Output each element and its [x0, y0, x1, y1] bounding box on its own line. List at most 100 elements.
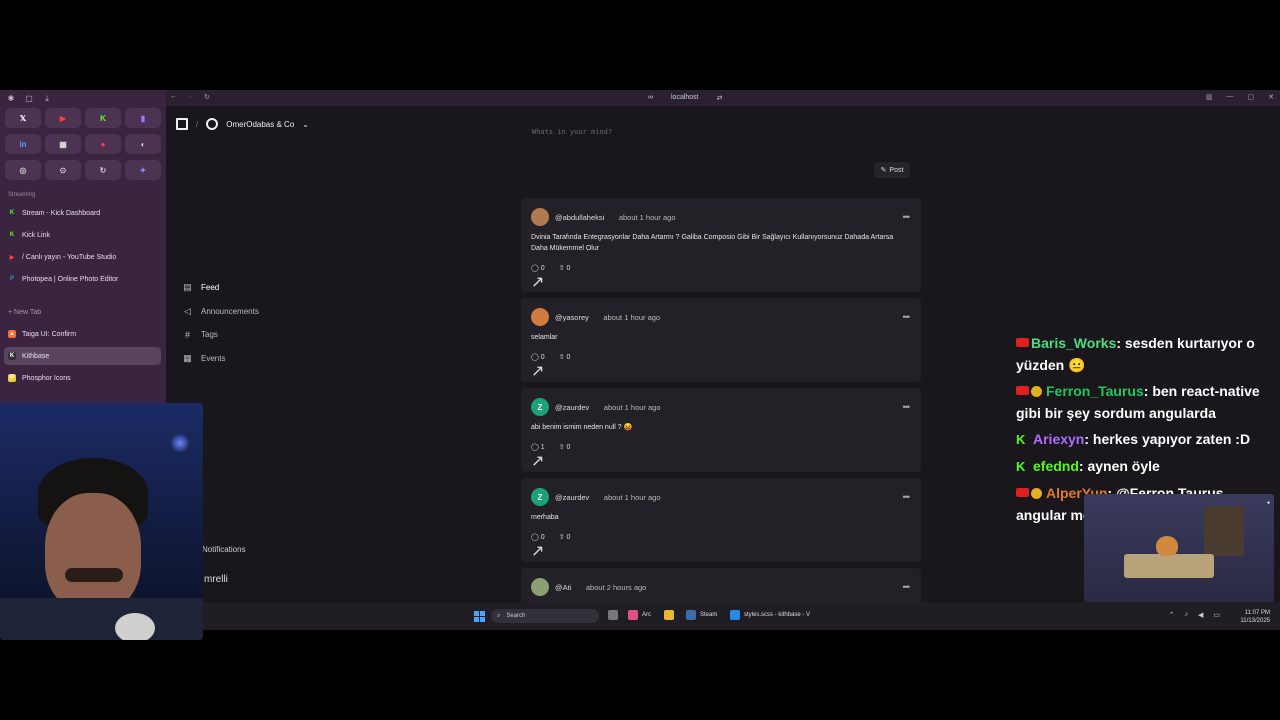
vote-count: 0 — [566, 354, 571, 361]
maximize-icon[interactable]: ▢ — [1248, 93, 1255, 101]
favorite-red-app[interactable]: ● — [85, 134, 121, 154]
arc-menu-icon[interactable]: ✱ — [6, 94, 16, 104]
nav-notifications[interactable]: Notifications — [202, 545, 246, 554]
arc-tab[interactable]: K Kithbase — [4, 347, 161, 365]
network-icon[interactable]: ▭ — [1213, 611, 1220, 619]
post-username[interactable]: @zaurdev — [555, 493, 589, 502]
avatar[interactable] — [531, 578, 549, 596]
forward-icon[interactable]: → — [187, 93, 194, 101]
more-options-icon[interactable]: ••• — [903, 582, 911, 592]
nav-label: Announcements — [201, 306, 259, 316]
nav-feed[interactable]: ▤ Feed — [182, 276, 259, 300]
favorite-mask[interactable]: ◐ — [125, 134, 161, 154]
url-bar[interactable]: ∞ localhost ⇄ — [648, 94, 723, 102]
favorite-x[interactable]: 𝕏 — [5, 108, 41, 128]
new-tab-button[interactable]: + New Tab — [8, 309, 41, 316]
share-icon[interactable]: ↗ — [531, 274, 544, 291]
post-time: about 2 hours ago — [585, 582, 647, 592]
comment-button[interactable]: ◯ 0 — [531, 353, 545, 361]
arc-tab[interactable]: P Phosphor Icons — [4, 369, 161, 387]
upvote-button[interactable]: ⇧ 0 — [559, 353, 571, 361]
favorite-spark[interactable]: ✦ — [125, 160, 161, 180]
download-icon[interactable]: ⤓ — [42, 94, 52, 104]
favorite-youtube[interactable]: ▶ — [45, 108, 81, 128]
nav-user[interactable]: mrelli — [204, 574, 228, 585]
comment-button[interactable]: ◯ 0 — [531, 533, 545, 541]
windows-start-icon[interactable] — [474, 611, 485, 622]
avatar[interactable]: Z — [531, 398, 549, 416]
arc-tab-label: Phosphor Icons — [22, 374, 71, 382]
more-options-icon[interactable]: ••• — [903, 212, 911, 222]
mic-icon[interactable]: ♪ — [1184, 611, 1188, 619]
taskbar-app-vscode[interactable]: styles.scss - kithbase - V — [730, 610, 810, 620]
nav-events[interactable]: ▦ Events — [182, 347, 259, 371]
more-options-icon[interactable]: ••• — [903, 312, 911, 322]
post-username[interactable]: @yasorey — [555, 313, 589, 322]
arc-tab-streaming[interactable]: P Photopea | Online Photo Editor — [4, 270, 161, 288]
app-logo[interactable] — [176, 118, 188, 130]
chevron-up-icon[interactable]: ⌃ — [1169, 611, 1175, 619]
left-nav: ▤ Feed ◁ Announcements # Tags ▦ Events — [182, 276, 259, 370]
org-switcher[interactable]: / OmerOdabas & Co ⌄ — [176, 118, 309, 130]
comment-button[interactable]: ◯ 1 — [531, 443, 545, 451]
post-actions: ◯ 0 ⇧ 0 — [531, 353, 911, 361]
upvote-button[interactable]: ⇧ 0 — [559, 443, 571, 451]
post-card: Z @zaurdev · about 1 hour ago ••• abi benim i… — [521, 388, 921, 472]
favorite-linkedin[interactable]: in — [5, 134, 41, 154]
share-icon[interactable]: ↗ — [531, 543, 544, 560]
circle-icon: ⊙ — [59, 165, 67, 175]
nav-tags[interactable]: # Tags — [182, 323, 259, 347]
taskbar-app-explorer[interactable] — [664, 610, 674, 620]
favorite-sync[interactable]: ↻ — [85, 160, 121, 180]
avatar[interactable]: Z — [531, 488, 549, 506]
taskbar-clock[interactable]: 11:07 PM 11/13/2025 — [1240, 609, 1270, 625]
upvote-icon: ⇧ — [558, 444, 567, 451]
sidebar-toggle-icon[interactable]: ▢ — [24, 94, 34, 104]
arc-tab-streaming[interactable]: ▶ / Canlı yayın - YouTube Studio — [4, 248, 161, 266]
x-icon: 𝕏 — [19, 113, 27, 123]
arc-tab[interactable]: ▲ Taiga UI: Confirm — [4, 325, 161, 343]
favorite-app[interactable]: ▦ — [45, 134, 81, 154]
arc-tab-streaming[interactable]: K Stream - Kick Dashboard — [4, 204, 161, 222]
favorite-circle[interactable]: ⊙ — [45, 160, 81, 180]
task-view-icon[interactable] — [608, 610, 618, 620]
taiga-icon: ▲ — [8, 330, 16, 338]
post-username[interactable]: @abdullaheksi — [555, 213, 604, 222]
more-options-icon[interactable]: ••• — [903, 492, 911, 502]
composer-input[interactable]: Whats in your mind? — [532, 128, 612, 136]
split-icon[interactable]: ▥ — [1206, 93, 1213, 101]
speaker-icon[interactable]: ◀ — [1198, 611, 1203, 619]
avatar[interactable] — [531, 208, 549, 226]
taskbar-app-steam[interactable]: Steam — [686, 610, 717, 620]
minimize-icon[interactable]: — — [1227, 93, 1234, 101]
mask-icon: ◐ — [140, 139, 146, 149]
separator-dot: · — [594, 312, 598, 322]
post-username[interactable]: @zaurdev — [555, 403, 589, 412]
upvote-button[interactable]: ⇧ 0 — [559, 264, 571, 272]
favorite-settings[interactable]: ◎ — [5, 160, 41, 180]
taskbar-app-arc[interactable]: Arc — [628, 610, 651, 620]
share-icon[interactable]: ↗ — [531, 363, 544, 380]
megaphone-icon: ◁ — [184, 305, 191, 316]
nav-announcements[interactable]: ◁ Announcements — [182, 300, 259, 324]
taskbar-search[interactable]: ⌕ Search — [491, 609, 599, 623]
avatar[interactable] — [531, 308, 549, 326]
reload-icon[interactable]: ↻ — [204, 93, 210, 101]
post-button[interactable]: ✎ Post — [874, 162, 910, 178]
post-header: @Ati · about 2 hours ago — [531, 578, 911, 596]
arc-tab-streaming[interactable]: K Kick Link — [4, 226, 161, 244]
upvote-button[interactable]: ⇧ 0 — [559, 533, 571, 541]
back-icon[interactable]: ← — [170, 93, 177, 101]
post-username[interactable]: @Ati — [555, 583, 571, 592]
favorite-twitch[interactable]: ▮ — [125, 108, 161, 128]
swap-icon[interactable]: ⇄ — [717, 94, 723, 102]
favorite-kick[interactable]: K — [85, 108, 121, 128]
vote-count: 0 — [566, 265, 571, 272]
post-button-label: Post — [889, 166, 904, 174]
share-icon[interactable]: ↗ — [531, 453, 544, 470]
close-icon[interactable]: ✕ — [1268, 93, 1274, 101]
arc-top-controls: ✱ ▢ ⤓ — [6, 94, 52, 104]
more-options-icon[interactable]: ••• — [903, 402, 911, 412]
comment-button[interactable]: ◯ 0 — [531, 264, 545, 272]
edit-icon: ✎ — [880, 167, 887, 174]
